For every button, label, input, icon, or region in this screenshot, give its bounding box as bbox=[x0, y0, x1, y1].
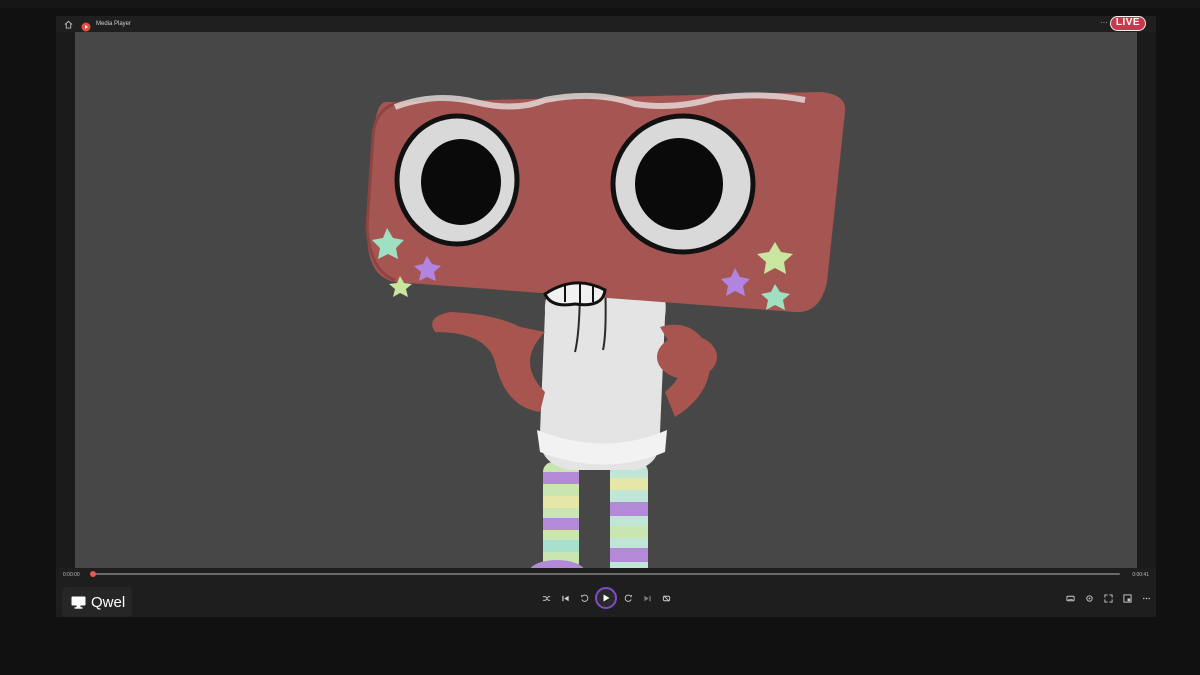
character-scene bbox=[365, 92, 846, 584]
total-time: 0:00:41 bbox=[1132, 572, 1149, 578]
streamer-name: Qwel bbox=[91, 593, 126, 611]
top-strip bbox=[0, 0, 1200, 8]
fullscreen-icon[interactable] bbox=[1102, 592, 1114, 604]
streamer-label: Qwel bbox=[62, 587, 132, 617]
miniplayer-icon[interactable] bbox=[1121, 592, 1133, 604]
character-head bbox=[365, 92, 846, 313]
cast-icon[interactable] bbox=[1083, 592, 1095, 604]
home-icon[interactable] bbox=[61, 17, 75, 31]
play-icon bbox=[603, 594, 610, 602]
captions-icon[interactable] bbox=[1064, 592, 1076, 604]
forward-icon[interactable] bbox=[622, 592, 634, 604]
screen-icon bbox=[71, 596, 86, 609]
title-bar: Media Player ··· LIVE bbox=[56, 16, 1156, 32]
video-area[interactable] bbox=[75, 32, 1137, 584]
more-icon[interactable] bbox=[1140, 592, 1152, 604]
right-leg bbox=[601, 462, 649, 584]
next-icon[interactable] bbox=[641, 592, 653, 604]
left-leg bbox=[529, 462, 585, 584]
rewind-icon[interactable] bbox=[578, 592, 590, 604]
play-button[interactable] bbox=[595, 587, 617, 609]
window-title: Media Player bbox=[96, 21, 132, 27]
live-badge: LIVE bbox=[1110, 16, 1146, 31]
media-player-window: Media Player ··· LIVE 0:00:00 0:00:41 bbox=[56, 16, 1156, 617]
repeat-icon[interactable] bbox=[660, 592, 672, 604]
stream-frame: Media Player ··· LIVE 0:00:00 0:00:41 Qw… bbox=[0, 0, 1200, 675]
title-more-button[interactable]: ··· bbox=[1100, 18, 1108, 27]
media-player-icon bbox=[81, 19, 91, 32]
seek-thumb[interactable] bbox=[90, 571, 96, 577]
elapsed-time: 0:00:00 bbox=[63, 572, 80, 578]
player-controls: 0:00:00 0:00:41 0:00:00 bbox=[56, 568, 1156, 617]
shuffle-icon[interactable] bbox=[540, 592, 552, 604]
seek-bar[interactable] bbox=[90, 571, 1120, 577]
previous-icon[interactable] bbox=[559, 592, 571, 604]
